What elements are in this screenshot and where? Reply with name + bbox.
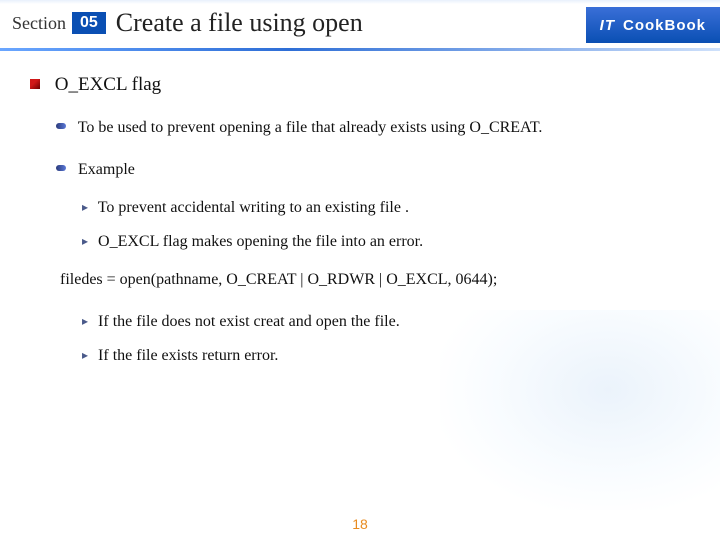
result-item-2: If the file exists return error. (82, 344, 690, 368)
result-item-1: If the file does not exist creat and ope… (82, 310, 690, 334)
brand-book: CookBook (623, 17, 706, 34)
section-label: Section (0, 13, 72, 34)
code-text: filedes = open(pathname, O_CREAT | O_RDW… (60, 271, 497, 288)
slide-title: Create a file using open (116, 8, 586, 38)
result-item-1-text: If the file does not exist creat and ope… (98, 313, 400, 330)
page-number: 18 (0, 516, 720, 532)
example-line: Example (56, 158, 690, 182)
example-label: Example (78, 161, 135, 178)
example-item-2-text: O_EXCL flag makes opening the file into … (98, 233, 423, 250)
header-divider (0, 48, 720, 51)
desc-line: To be used to prevent opening a file tha… (56, 116, 690, 140)
section-number: 05 (72, 12, 106, 34)
example-item-1-text: To prevent accidental writing to an exis… (98, 199, 409, 216)
example-item-1: To prevent accidental writing to an exis… (82, 196, 690, 220)
desc-text: To be used to prevent opening a file tha… (78, 119, 543, 136)
code-sample: filedes = open(pathname, O_CREAT | O_RDW… (60, 268, 690, 292)
brand-it: IT (600, 17, 615, 34)
slide-header: Section 05 Create a file using open IT C… (0, 0, 720, 46)
slide-content: O_EXCL flag To be used to prevent openin… (0, 51, 720, 368)
example-item-2: O_EXCL flag makes opening the file into … (82, 230, 690, 254)
heading-oexcl: O_EXCL flag (30, 71, 690, 100)
heading-text: O_EXCL flag (55, 74, 161, 95)
result-item-2-text: If the file exists return error. (98, 347, 278, 364)
brand-badge: IT CookBook (586, 7, 720, 43)
